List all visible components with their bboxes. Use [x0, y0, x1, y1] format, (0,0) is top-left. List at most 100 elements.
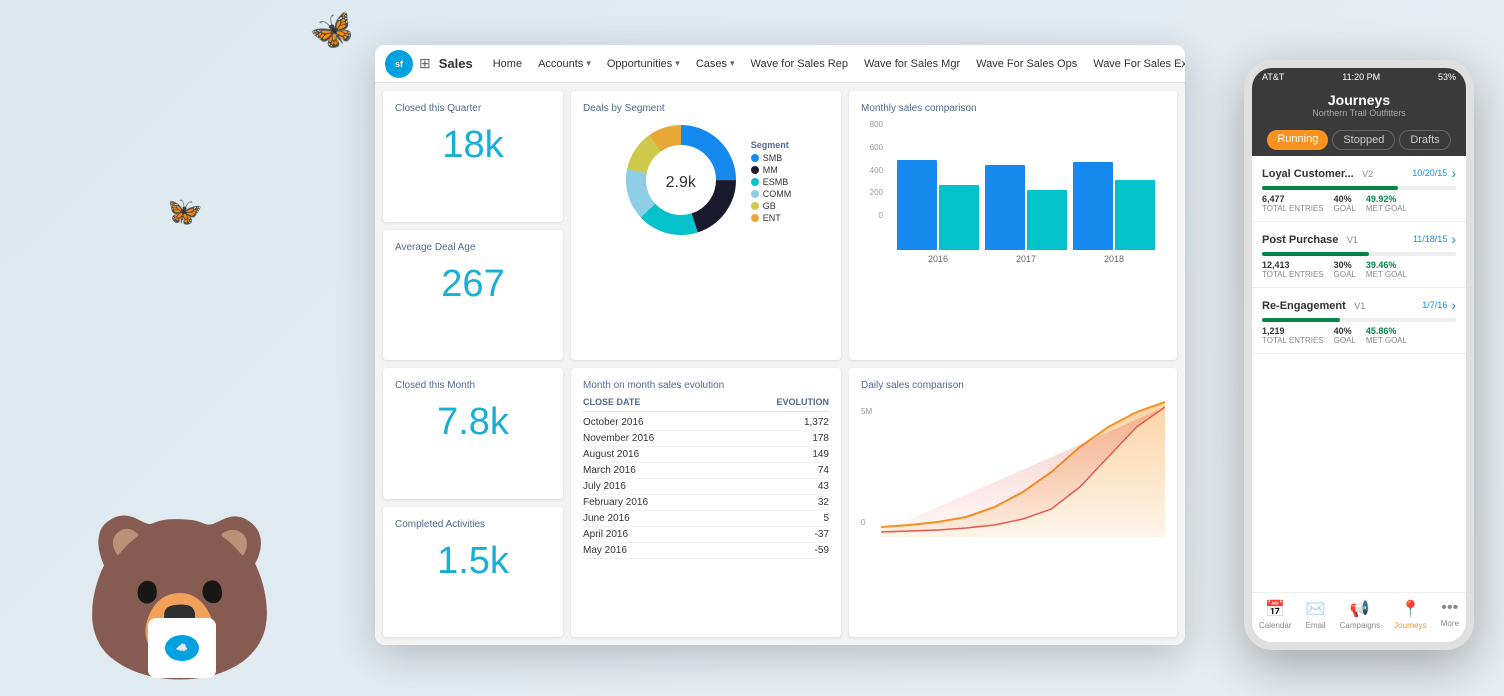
journey-stats-1: 6,477 TOTAL ENTRIES 40% GOAL 49.92% MET … [1262, 194, 1456, 213]
journey-stat-label-goal-1: GOAL [1334, 204, 1356, 213]
journey-name-1: Loyal Customer... [1262, 168, 1354, 180]
table-row: June 2016 5 [583, 511, 829, 527]
journey-version-2: V1 [1347, 235, 1358, 245]
phone-nav-more[interactable]: ••• More [1441, 599, 1459, 636]
journey-progress-bar-2 [1262, 252, 1456, 256]
area-chart-container: 5M 0 [861, 397, 1165, 537]
phone-nav-campaigns[interactable]: 📢 Campaigns [1340, 599, 1380, 636]
nav-item-wave-ops[interactable]: Wave For Sales Ops [968, 45, 1085, 83]
email-icon: ✉️ [1306, 599, 1326, 619]
journey-stat-label-goal-2: GOAL [1334, 270, 1356, 279]
bar-x-labels: 2016 2017 2018 [887, 250, 1165, 264]
area-chart-svg [881, 397, 1165, 537]
journey-item-3[interactable]: Re-Engagement V1 1/7/16 › 1,219 TOTAL EN… [1252, 288, 1466, 354]
nav-item-wave-mgr[interactable]: Wave for Sales Mgr [856, 45, 968, 83]
chevron-right-icon: › [1451, 297, 1456, 313]
bar-chart-area [887, 120, 1165, 250]
calendar-icon: 📅 [1265, 599, 1285, 619]
col-close-date: CLOSE DATE [583, 397, 640, 407]
chevron-right-icon: › [1451, 231, 1456, 247]
phone-bottom-nav: 📅 Calendar ✉️ Email 📢 Campaigns 📍 Journe… [1252, 592, 1466, 642]
nav-item-home[interactable]: Home [485, 45, 530, 83]
closed-quarter-card: Closed this Quarter 18k [383, 91, 563, 222]
monthly-sales-card: Monthly sales comparison 800 600 400 200… [849, 91, 1177, 360]
completed-activities-value: 1.5k [395, 540, 551, 583]
table-row: April 2016 -37 [583, 527, 829, 543]
nav-item-cases[interactable]: Cases ▾ [688, 45, 743, 83]
phone-app-header: Journeys Northern Trail Outfitters [1252, 86, 1466, 124]
bar-label-2017: 2017 [985, 254, 1067, 264]
bar-group-2018 [1073, 162, 1155, 250]
chevron-down-icon: ▾ [675, 58, 680, 69]
donut-center-value: 2.9k [666, 174, 696, 192]
closed-month-value: 7.8k [395, 401, 551, 444]
nav-items: Home Accounts ▾ Opportunities ▾ Cases ▾ … [485, 45, 1185, 83]
month-on-month-card: Month on month sales evolution CLOSE DAT… [571, 368, 841, 637]
bar-2017-a [985, 165, 1025, 250]
completed-activities-card: Completed Activities 1.5k [383, 507, 563, 638]
journey-stat-label-entries-2: TOTAL ENTRIES [1262, 270, 1324, 279]
month-on-month-title: Month on month sales evolution [583, 380, 829, 391]
table-row: October 2016 1,372 [583, 415, 829, 431]
nav-item-wave-exec[interactable]: Wave For Sales Exec [1085, 45, 1185, 83]
phone-app-title: Journeys [1262, 92, 1456, 108]
phone-carrier: AT&T [1262, 72, 1284, 82]
campaigns-icon: 📢 [1350, 599, 1370, 619]
tab-running[interactable]: Running [1267, 130, 1328, 150]
journey-stat-label-met-3: MET GOAL [1366, 336, 1407, 345]
legend-item-smb: SMB [751, 153, 792, 163]
tab-drafts[interactable]: Drafts [1399, 130, 1450, 150]
bar-2016-b [939, 185, 979, 250]
journey-name-2: Post Purchase [1262, 234, 1338, 246]
legend-item-gb: GB [751, 201, 792, 211]
journey-item-2[interactable]: Post Purchase V1 11/18/15 › 12,413 TOTAL… [1252, 222, 1466, 288]
average-deal-age-card: Average Deal Age 267 [383, 230, 563, 361]
journey-stat-label-goal-3: GOAL [1334, 336, 1356, 345]
bar-2016-a [897, 160, 937, 250]
table-header: CLOSE DATE EVOLUTION [583, 397, 829, 412]
bars-area: 2016 2017 2018 [887, 120, 1165, 264]
journey-stat-label-met-2: MET GOAL [1366, 270, 1407, 279]
journey-stat-goal-3: 40% [1334, 326, 1356, 336]
nav-item-accounts[interactable]: Accounts ▾ [530, 45, 599, 83]
nav-item-opportunities[interactable]: Opportunities ▾ [599, 45, 688, 83]
tab-stopped[interactable]: Stopped [1332, 130, 1395, 150]
journey-item-1[interactable]: Loyal Customer... V2 10/20/15 › 6,477 TO… [1252, 156, 1466, 222]
more-icon: ••• [1441, 599, 1458, 617]
table-row: February 2016 32 [583, 495, 829, 511]
phone-nav-email[interactable]: ✉️ Email [1306, 599, 1326, 636]
legend-dot-esmb [751, 178, 759, 186]
phone-nav-journeys[interactable]: 📍 Journeys [1394, 599, 1426, 636]
donut-area: 2.9k Segment SMB MM ESMB [583, 120, 829, 245]
legend-dot-gb [751, 202, 759, 210]
chevron-down-icon: ▾ [730, 58, 735, 69]
journey-version-1: V2 [1362, 169, 1373, 179]
dashboard: Closed this Quarter 18k Average Deal Age… [375, 83, 1185, 645]
bar-chart-wrapper: 800 600 400 200 0 [861, 120, 1165, 264]
journey-stat-entries-1: 6,477 [1262, 194, 1324, 204]
journey-date-2: 11/18/15 [1413, 234, 1447, 244]
app-name: Sales [439, 56, 473, 71]
journey-progress-bar-1 [1262, 186, 1456, 190]
journey-stat-met-3: 45.86% [1366, 326, 1407, 336]
col-evolution: EVOLUTION [776, 397, 829, 407]
phone-tabs: Running Stopped Drafts [1252, 124, 1466, 156]
legend-dot-mm [751, 166, 759, 174]
phone-time: 11:20 PM [1342, 72, 1380, 82]
phone-content: Loyal Customer... V2 10/20/15 › 6,477 TO… [1252, 156, 1466, 620]
bar-2018-a [1073, 162, 1113, 250]
nav-item-wave-rep[interactable]: Wave for Sales Rep [743, 45, 856, 83]
closed-month-card: Closed this Month 7.8k [383, 368, 563, 499]
table-row: July 2016 43 [583, 479, 829, 495]
journey-header-1: Loyal Customer... V2 10/20/15 › [1262, 164, 1456, 182]
monthly-sales-title: Monthly sales comparison [861, 103, 1165, 114]
chevron-right-icon: › [1451, 165, 1456, 181]
daily-sales-card: Daily sales comparison 5M 0 [849, 368, 1177, 637]
y-axis-labels: 800 600 400 200 0 [861, 120, 887, 220]
left-column: Closed this Quarter 18k Average Deal Age… [383, 91, 563, 637]
phone-nav-calendar[interactable]: 📅 Calendar [1259, 599, 1291, 636]
average-deal-age-value: 267 [395, 263, 551, 306]
journey-stat-entries-3: 1,219 [1262, 326, 1324, 336]
nav-bar: sf ⊞ Sales Home Accounts ▾ Opportunities… [375, 45, 1185, 83]
closed-month-title: Closed this Month [395, 380, 551, 391]
